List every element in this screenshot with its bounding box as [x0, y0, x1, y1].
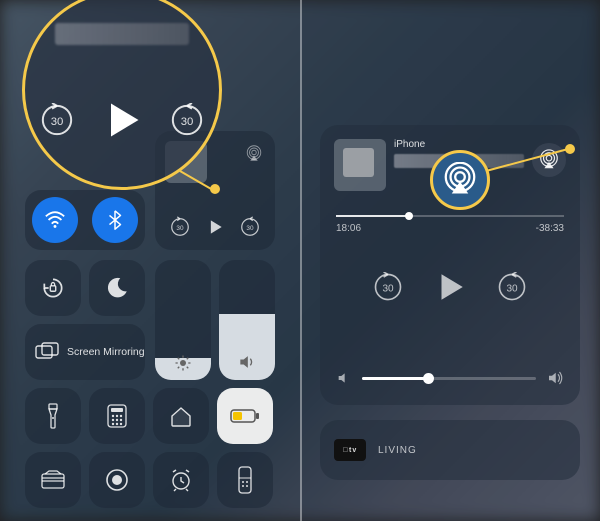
moon-icon — [104, 275, 130, 301]
screen-record-button[interactable] — [89, 452, 145, 508]
volume-low-icon — [336, 370, 352, 386]
svg-text:30: 30 — [51, 116, 64, 128]
skip-back-30-button[interactable]: 30 — [169, 216, 191, 238]
flashlight-icon — [42, 402, 64, 430]
wallet-button[interactable] — [25, 452, 81, 508]
airplay-callout — [430, 150, 490, 210]
control-center-right: iPhone 18:06 -38:33 30 — [300, 0, 600, 521]
airplay-icon-large — [442, 162, 478, 198]
screen-mirroring-label: Screen Mirroring — [67, 346, 145, 358]
svg-text:30: 30 — [246, 225, 254, 232]
rotation-lock-icon — [40, 275, 66, 301]
airplay-button[interactable] — [532, 143, 566, 177]
skip-forward-icon: 30 — [239, 216, 261, 238]
flashlight-button[interactable] — [25, 388, 81, 444]
svg-text:30: 30 — [181, 116, 194, 128]
device-label: iPhone — [394, 139, 425, 150]
play-large-icon — [100, 98, 144, 142]
svg-text:30: 30 — [506, 283, 518, 294]
brightness-icon — [155, 354, 211, 372]
connectivity-tile — [25, 190, 145, 250]
rotation-lock-button[interactable] — [25, 260, 81, 316]
do-not-disturb-button[interactable] — [89, 260, 145, 316]
skip-back-icon: 30 — [373, 272, 403, 302]
volume-slider[interactable] — [219, 260, 275, 380]
bluetooth-toggle[interactable] — [92, 197, 138, 243]
airplay-icon[interactable] — [245, 145, 263, 163]
calculator-button[interactable] — [89, 388, 145, 444]
volume-icon — [219, 352, 275, 372]
wifi-icon — [44, 209, 66, 231]
remaining-time: -38:33 — [536, 223, 564, 234]
volume-high-icon — [546, 369, 564, 387]
alarm-button[interactable] — [153, 452, 209, 508]
home-button[interactable] — [153, 388, 209, 444]
apple-tv-icon: tv — [334, 439, 366, 461]
skip-forward-30-button[interactable]: 30 — [497, 272, 527, 302]
play-button[interactable] — [205, 217, 225, 237]
brightness-slider[interactable] — [155, 260, 211, 380]
skip-forward-30-large: 30 — [170, 103, 204, 137]
home-icon — [168, 403, 194, 429]
play-button[interactable] — [433, 270, 467, 304]
skip-forward-icon: 30 — [497, 272, 527, 302]
volume-scrubber[interactable] — [362, 377, 536, 380]
low-power-mode-button[interactable] — [217, 388, 273, 444]
calculator-icon — [106, 403, 128, 429]
wallet-icon — [40, 470, 66, 490]
svg-text:30: 30 — [176, 225, 184, 232]
skip-back-icon: 30 — [169, 216, 191, 238]
play-icon — [433, 270, 467, 304]
wifi-toggle[interactable] — [32, 197, 78, 243]
elapsed-time: 18:06 — [336, 223, 361, 234]
living-device-card[interactable]: tv LIVING — [320, 420, 580, 480]
progress-scrubber[interactable]: 18:06 -38:33 — [336, 215, 564, 234]
apple-tv-remote-button[interactable] — [217, 452, 273, 508]
play-icon — [205, 217, 225, 237]
alarm-clock-icon — [168, 467, 194, 493]
media-artwork — [334, 139, 386, 191]
screen-mirroring-icon — [35, 342, 59, 362]
screen-mirroring-button[interactable]: Screen Mirroring — [25, 324, 145, 380]
record-icon — [104, 467, 130, 493]
control-center-left: 30 30 Screen Mirroring — [0, 0, 300, 521]
bluetooth-icon — [104, 209, 126, 231]
skip-forward-30-button[interactable]: 30 — [239, 216, 261, 238]
remote-icon — [237, 466, 253, 494]
battery-icon — [230, 408, 260, 424]
skip-back-30-large: 30 — [40, 103, 74, 137]
skip-back-30-button[interactable]: 30 — [373, 272, 403, 302]
living-label: LIVING — [378, 445, 417, 456]
svg-text:30: 30 — [382, 283, 394, 294]
